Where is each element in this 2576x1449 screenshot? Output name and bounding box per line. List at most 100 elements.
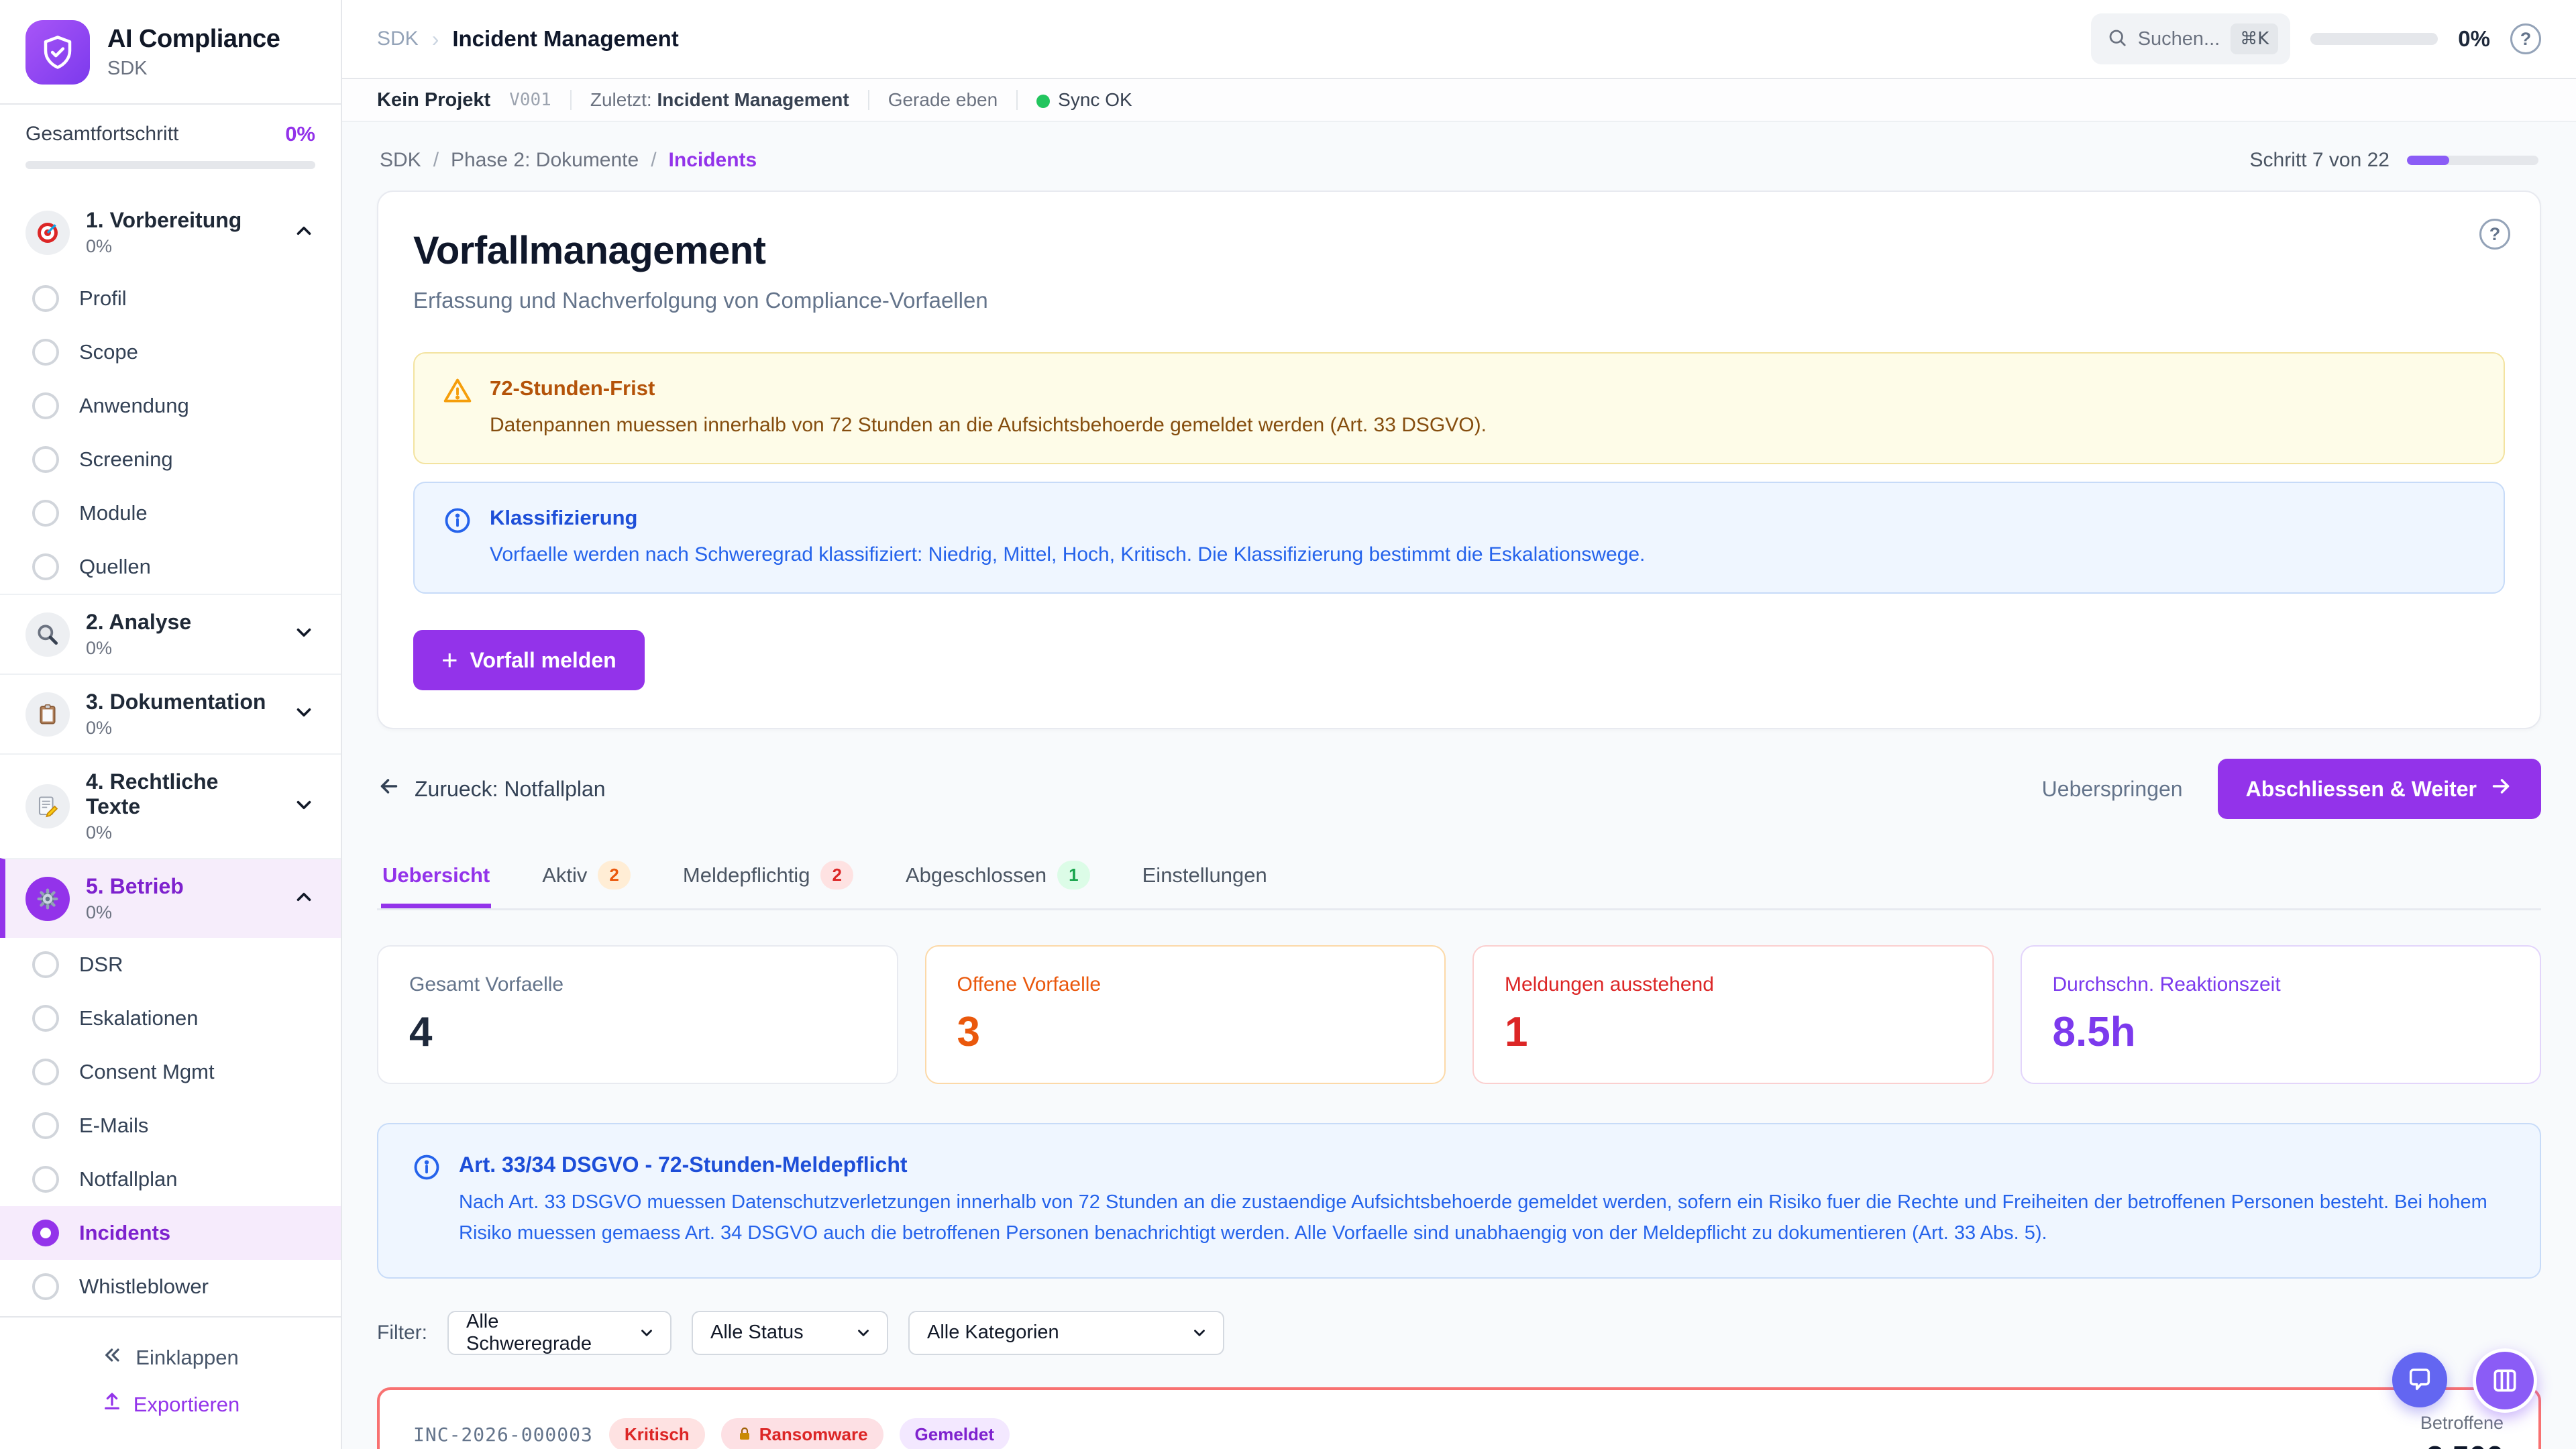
lock-icon xyxy=(737,1426,753,1442)
sidebar-item-dsr[interactable]: DSR xyxy=(0,938,341,991)
chevron-down-icon xyxy=(1191,1324,1208,1342)
sidebar-item-notfallplan[interactable]: Notfallplan xyxy=(0,1152,341,1206)
radio-icon xyxy=(32,1059,59,1085)
radio-icon xyxy=(32,285,59,312)
severity-badge: Kritisch xyxy=(609,1418,705,1449)
sidebar-item-quellen[interactable]: Quellen xyxy=(0,540,341,594)
warning-title: 72-Stunden-Frist xyxy=(490,376,1487,400)
search-input[interactable]: Suchen... ⌘K xyxy=(2091,13,2291,64)
sidebar-item-label: Scope xyxy=(79,340,138,364)
skip-button[interactable]: Ueberspringen xyxy=(2042,777,2183,802)
severity-filter-select[interactable]: Alle Schweregrade xyxy=(447,1311,672,1355)
sidebar-nav: 1. Vorbereitung 0% Profil Scope Anwendun… xyxy=(0,188,341,1316)
tab-einstellungen[interactable]: Einstellungen xyxy=(1141,857,1269,908)
sidebar-item-label: DSR xyxy=(79,953,123,977)
upload-icon xyxy=(101,1391,123,1418)
divider xyxy=(570,90,572,110)
overall-progress-value: 0% xyxy=(285,122,315,146)
sidebar-item-consent-mgmt[interactable]: Consent Mgmt xyxy=(0,1045,341,1099)
sidebar-section-analyse[interactable]: 2. Analyse 0% xyxy=(0,594,341,674)
breadcrumb-sdk[interactable]: SDK xyxy=(380,149,421,172)
breadcrumb-phase2[interactable]: Phase 2: Dokumente xyxy=(451,149,639,172)
sidebar-item-emails[interactable]: E-Mails xyxy=(0,1099,341,1152)
radio-icon xyxy=(32,1166,59,1193)
overall-progress-track xyxy=(25,161,315,169)
stat-value: 3 xyxy=(957,1008,1414,1056)
sidebar-item-profil[interactable]: Profil xyxy=(0,272,341,325)
version-badge: V001 xyxy=(509,90,551,110)
sidebar-section-betrieb[interactable]: 5. Betrieb 0% xyxy=(0,858,341,938)
sidebar-item-label: Anwendung xyxy=(79,394,189,418)
stat-value: 8.5h xyxy=(2053,1008,2510,1056)
incident-id: INC-2026-000003 xyxy=(413,1424,593,1446)
top-bar: SDK › Incident Management Suchen... ⌘K 0… xyxy=(342,0,2576,79)
section-percent: 0% xyxy=(86,902,276,923)
tab-uebersicht[interactable]: Uebersicht xyxy=(381,857,491,908)
report-incident-button[interactable]: + Vorfall melden xyxy=(413,630,645,690)
chevron-down-icon xyxy=(292,701,315,727)
deadline-warning-banner: 72-Stunden-Frist Datenpannen muessen inn… xyxy=(413,352,2505,464)
status-filter-select[interactable]: Alle Status xyxy=(692,1311,888,1355)
section-percent: 0% xyxy=(86,638,276,659)
section-label: 3. Dokumentation xyxy=(86,690,276,714)
back-link[interactable]: Zurueck: Notfallplan xyxy=(377,774,606,804)
tab-meldepflichtig[interactable]: Meldepflichtig2 xyxy=(682,857,855,908)
help-icon[interactable]: ? xyxy=(2510,23,2541,54)
sidebar-section-rechtliche-texte[interactable]: 4. Rechtliche Texte 0% xyxy=(0,753,341,858)
sidebar-item-screening[interactable]: Screening xyxy=(0,433,341,486)
sidebar-item-eskalationen[interactable]: Eskalationen xyxy=(0,991,341,1045)
section-label: 5. Betrieb xyxy=(86,874,276,899)
page-subtitle: Erfassung und Nachverfolgung von Complia… xyxy=(413,288,2505,313)
sidebar: AI Compliance SDK Gesamtfortschritt 0% 1… xyxy=(0,0,342,1449)
breadcrumb: SDK / Phase 2: Dokumente / Incidents xyxy=(380,149,757,172)
sidebar-section-dokumentation[interactable]: 3. Dokumentation 0% xyxy=(0,674,341,753)
stat-label: Meldungen ausstehend xyxy=(1505,973,1962,996)
tab-aktiv[interactable]: Aktiv2 xyxy=(541,857,632,908)
export-button[interactable]: Exportieren xyxy=(0,1381,341,1429)
chevron-down-icon xyxy=(638,1324,655,1342)
header-progress-track xyxy=(2310,33,2438,45)
arrow-right-icon xyxy=(2489,774,2513,804)
radio-icon xyxy=(32,446,59,473)
sidebar-item-anwendung[interactable]: Anwendung xyxy=(0,379,341,433)
sidebar-section-vorbereitung[interactable]: 1. Vorbereitung 0% xyxy=(0,193,341,272)
stat-value: 4 xyxy=(409,1008,866,1056)
main-area: SDK › Incident Management Suchen... ⌘K 0… xyxy=(342,0,2576,1449)
radio-icon xyxy=(32,500,59,527)
sidebar-item-scope[interactable]: Scope xyxy=(0,325,341,379)
overall-progress: Gesamtfortschritt 0% xyxy=(0,103,341,188)
complete-continue-button[interactable]: Abschliessen & Weiter xyxy=(2218,759,2541,819)
sidebar-item-module[interactable]: Module xyxy=(0,486,341,540)
warning-body: Datenpannen muessen innerhalb von 72 Stu… xyxy=(490,410,1487,440)
app-title: AI Compliance xyxy=(107,25,280,54)
last-visited: Zuletzt: Incident Management xyxy=(590,89,849,111)
sidebar-item-label: E-Mails xyxy=(79,1114,148,1138)
incident-management-card: ? Vorfallmanagement Erfassung und Nachve… xyxy=(377,191,2541,729)
page-title: Vorfallmanagement xyxy=(413,228,2505,273)
breadcrumb-parent[interactable]: SDK xyxy=(377,28,419,50)
sidebar-item-label: Consent Mgmt xyxy=(79,1060,215,1084)
filter-row: Filter: Alle Schweregrade Alle Status Al… xyxy=(377,1311,2541,1355)
clipboard-icon xyxy=(25,692,70,737)
incident-card[interactable]: INC-2026-000003 Kritisch Ransomware Geme… xyxy=(377,1387,2541,1449)
tab-abgeschlossen[interactable]: Abgeschlossen1 xyxy=(904,857,1091,908)
sync-ok-dot-icon xyxy=(1036,95,1050,108)
board-view-fab-button[interactable] xyxy=(2473,1348,2537,1413)
stat-avg-reaction-time: Durchschn. Reaktionszeit 8.5h xyxy=(2021,945,2542,1084)
sidebar-item-whistleblower[interactable]: Whistleblower xyxy=(0,1260,341,1313)
category-filter-select[interactable]: Alle Kategorien xyxy=(908,1311,1224,1355)
sidebar-item-incidents[interactable]: Incidents xyxy=(0,1206,341,1260)
header-progress-value: 0% xyxy=(2458,26,2490,52)
search-placeholder: Suchen... xyxy=(2138,28,2220,50)
help-icon[interactable]: ? xyxy=(2479,219,2510,250)
shield-check-logo-icon xyxy=(25,20,90,85)
collapse-sidebar-button[interactable]: Einklappen xyxy=(0,1335,341,1381)
step-progress-track xyxy=(2407,156,2538,165)
chat-fab-button[interactable] xyxy=(2392,1352,2447,1407)
page-breadcrumb-row: SDK / Phase 2: Dokumente / Incidents Sch… xyxy=(377,140,2541,176)
radio-icon xyxy=(32,553,59,580)
stat-label: Offene Vorfaelle xyxy=(957,973,1414,996)
incident-metric-value: 2.500 xyxy=(2420,1439,2504,1449)
radio-icon xyxy=(32,392,59,419)
stat-open-incidents: Offene Vorfaelle 3 xyxy=(925,945,1446,1084)
